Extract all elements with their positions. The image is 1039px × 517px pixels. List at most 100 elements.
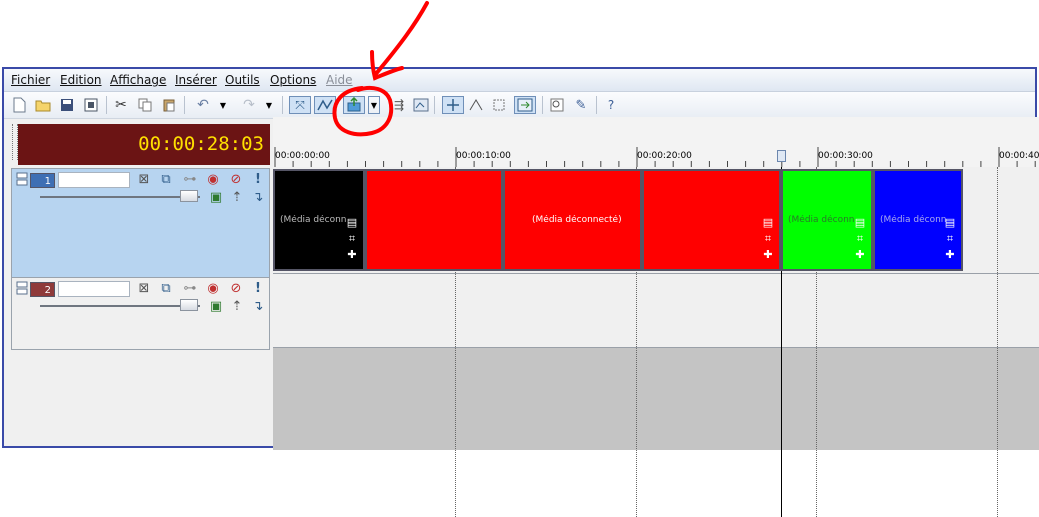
clip-fx-icon[interactable]: ✚ (761, 249, 775, 261)
help-icon[interactable]: ? (602, 96, 620, 114)
track-level-thumb[interactable] (180, 190, 198, 202)
save-icon[interactable] (58, 96, 76, 114)
track-motion-icon[interactable]: ⧉ (158, 281, 174, 297)
track-level-slider[interactable] (40, 196, 200, 198)
track-solo-icon[interactable]: ! (250, 281, 266, 297)
ruler-label: 00:00:00:00 (275, 151, 330, 161)
normal-edit-tool-icon[interactable]: ⤧ (289, 96, 311, 114)
toolbar-separator (184, 96, 185, 114)
menu-aide[interactable]: Aide (326, 73, 353, 87)
timeline-tracks[interactable]: (Média déconnecté) ▤ ⌗ ✚ (Média déconnec… (273, 167, 1039, 517)
track-composite-icon[interactable]: ⊶ (182, 281, 198, 297)
media-clip[interactable]: (Média déconnecté) ▤ ⌗ ✚ (781, 169, 873, 271)
clip-label: (Média déconnecté) (788, 215, 854, 225)
auto-crossfade-icon[interactable] (467, 96, 485, 114)
undo-dropdown-icon[interactable]: ▼ (218, 96, 228, 114)
menu-outils[interactable]: Outils (225, 73, 260, 87)
clip-fx-icon[interactable]: ✚ (345, 249, 359, 261)
clip-media-icon[interactable]: ▤ (345, 217, 359, 229)
track-compositing-mode-icon[interactable]: ↴ (250, 299, 266, 315)
toolbar-separator (596, 96, 597, 114)
media-clip[interactable]: (Média déconnecté) (503, 169, 642, 271)
paint-icon[interactable]: ✎ (572, 96, 590, 114)
envelope-edit-tool-icon[interactable] (314, 96, 336, 114)
zoom-icon[interactable] (548, 96, 566, 114)
cut-icon[interactable]: ✂ (112, 96, 130, 114)
main-toolbar: ✂ ↶ ▼ ↷ ▼ ⤧ ▼ ⇶ ✎ ? (4, 92, 1035, 119)
menu-options[interactable]: Options (270, 73, 316, 87)
menu-edition[interactable]: Edition (60, 73, 102, 87)
track-mute-icon[interactable]: ⊘ (228, 281, 244, 297)
ruler-label: 00:00:40: (999, 151, 1039, 161)
timeline-ruler[interactable]: 00:00:00:00 00:00:10:00 00:00:20:00 00:0… (273, 117, 1039, 168)
redo-icon[interactable]: ↷ (240, 96, 258, 114)
ruler-label: 00:00:30:00 (818, 151, 873, 161)
track-name-input[interactable] (58, 172, 130, 188)
track-collapse-icon[interactable] (14, 281, 30, 297)
toolbar-separator (542, 96, 543, 114)
marker-icon[interactable] (490, 96, 508, 114)
menu-bar: Fichier Edition Affichage Insérer Outils… (4, 69, 1035, 92)
media-clip[interactable]: ▤ ⌗ ✚ (642, 169, 781, 271)
auto-ripple-icon[interactable]: ⇶ (390, 96, 408, 114)
properties-icon[interactable] (514, 96, 536, 114)
track-expand-icon[interactable]: ⇡ (229, 190, 245, 206)
clip-media-icon[interactable]: ▤ (853, 217, 867, 229)
track-level-thumb[interactable] (180, 299, 198, 311)
clip-label: (Média déconnecté) (532, 215, 622, 225)
open-icon[interactable] (34, 96, 52, 114)
track-fx-icon[interactable]: ⊠ (136, 172, 152, 188)
clip-media-icon[interactable]: ▤ (761, 217, 775, 229)
media-clip[interactable]: (Média déconnecté) ▤ ⌗ ✚ (873, 169, 963, 271)
track-expand-icon[interactable]: ⇡ (229, 299, 245, 315)
clip-crop-icon[interactable]: ⌗ (943, 233, 957, 245)
paste-icon[interactable] (160, 96, 178, 114)
media-clip[interactable]: (Média déconnecté) ▤ ⌗ ✚ (273, 169, 365, 271)
ruler-label: 00:00:20:00 (637, 151, 692, 161)
clip-crop-icon[interactable]: ⌗ (345, 233, 359, 245)
menu-affichage[interactable]: Affichage (110, 73, 166, 87)
track-media-icon[interactable]: ▣ (208, 299, 224, 315)
lock-envelopes-icon[interactable] (412, 96, 430, 114)
track-compositing-mode-icon[interactable]: ↴ (250, 190, 266, 206)
track-record-icon[interactable]: ◉ (205, 281, 221, 297)
time-display: 00:00:28:03 (18, 124, 270, 165)
copy-icon[interactable] (136, 96, 154, 114)
track-mute-icon[interactable]: ⊘ (228, 172, 244, 188)
track-motion-icon[interactable]: ⧉ (158, 172, 174, 188)
track-lane-2[interactable] (273, 274, 1039, 348)
track-collapse-icon[interactable] (14, 172, 30, 188)
clip-label: (Média déconnecté) (280, 215, 346, 225)
track-number: 2 (30, 282, 55, 297)
track-level-slider[interactable] (40, 305, 200, 307)
track-header-2[interactable]: 2 ⊠ ⧉ ⊶ ◉ ⊘ ! ▣ ⇡ ↴ (11, 277, 270, 350)
grid-line (997, 167, 998, 517)
track-fx-icon[interactable]: ⊠ (136, 281, 152, 297)
snapping-icon[interactable] (442, 96, 464, 114)
media-clip[interactable] (365, 169, 503, 271)
redo-dropdown-icon[interactable]: ▼ (264, 96, 274, 114)
playhead-marker[interactable] (777, 150, 786, 162)
clip-label: (Média déconnecté) (880, 215, 946, 225)
menu-fichier[interactable]: Fichier (11, 73, 50, 87)
track-record-icon[interactable]: ◉ (205, 172, 221, 188)
track-solo-icon[interactable]: ! (250, 172, 266, 188)
toolbar-separator (282, 96, 283, 114)
new-icon[interactable] (10, 96, 28, 114)
ruler-label: 00:00:10:00 (456, 151, 511, 161)
track-media-icon[interactable]: ▣ (208, 190, 224, 206)
empty-track-area[interactable] (273, 348, 1039, 450)
selection-dropdown-icon[interactable]: ▼ (368, 96, 380, 114)
selection-edit-tool-icon[interactable] (343, 96, 365, 114)
undo-icon[interactable]: ↶ (194, 96, 212, 114)
clip-media-icon[interactable]: ▤ (943, 217, 957, 229)
track-composite-icon[interactable]: ⊶ (182, 172, 198, 188)
menu-inserer[interactable]: Insérer (175, 73, 217, 87)
render-icon[interactable] (82, 96, 100, 114)
clip-crop-icon[interactable]: ⌗ (853, 233, 867, 245)
clip-crop-icon[interactable]: ⌗ (761, 233, 775, 245)
clip-fx-icon[interactable]: ✚ (853, 249, 867, 261)
toolbar-separator (434, 96, 435, 114)
track-name-input[interactable] (58, 281, 130, 297)
clip-fx-icon[interactable]: ✚ (943, 249, 957, 261)
